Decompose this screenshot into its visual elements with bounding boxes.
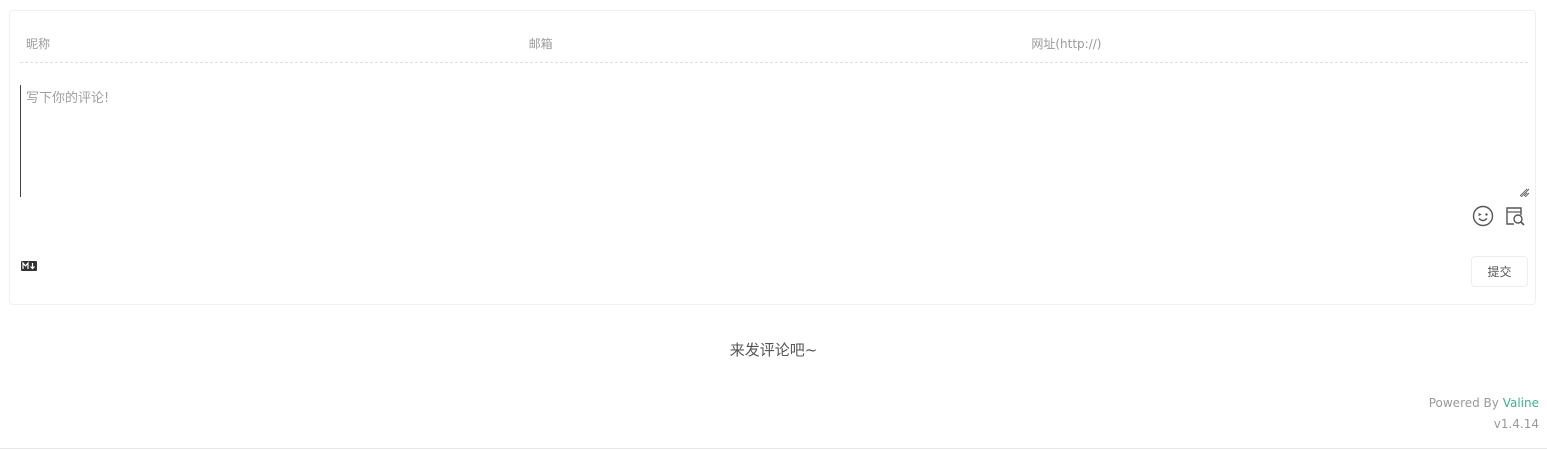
powered-by: Powered By Valine v1.4.14	[1429, 393, 1539, 435]
resize-handle-icon[interactable]	[1520, 188, 1529, 197]
powered-by-line: Powered By Valine	[1429, 393, 1539, 414]
nick-input[interactable]	[20, 25, 523, 62]
comment-header	[20, 25, 1529, 63]
powered-by-prefix: Powered By	[1428, 396, 1503, 410]
version-label: v1.4.14	[1493, 417, 1539, 431]
preview-icon[interactable]	[1504, 205, 1526, 227]
emoji-icon[interactable]	[1472, 205, 1494, 227]
valine-link[interactable]: Valine	[1503, 396, 1539, 410]
markdown-icon[interactable]	[21, 261, 37, 271]
link-input[interactable]	[1025, 25, 1529, 62]
submit-button[interactable]: 提交	[1471, 256, 1528, 287]
toolbar	[1472, 205, 1526, 227]
comment-textarea[interactable]	[20, 85, 1528, 197]
divider	[0, 448, 1547, 449]
comment-form: 提交	[9, 10, 1536, 305]
empty-comments-message: 来发评论吧~	[729, 341, 818, 359]
mail-input[interactable]	[522, 25, 1026, 62]
